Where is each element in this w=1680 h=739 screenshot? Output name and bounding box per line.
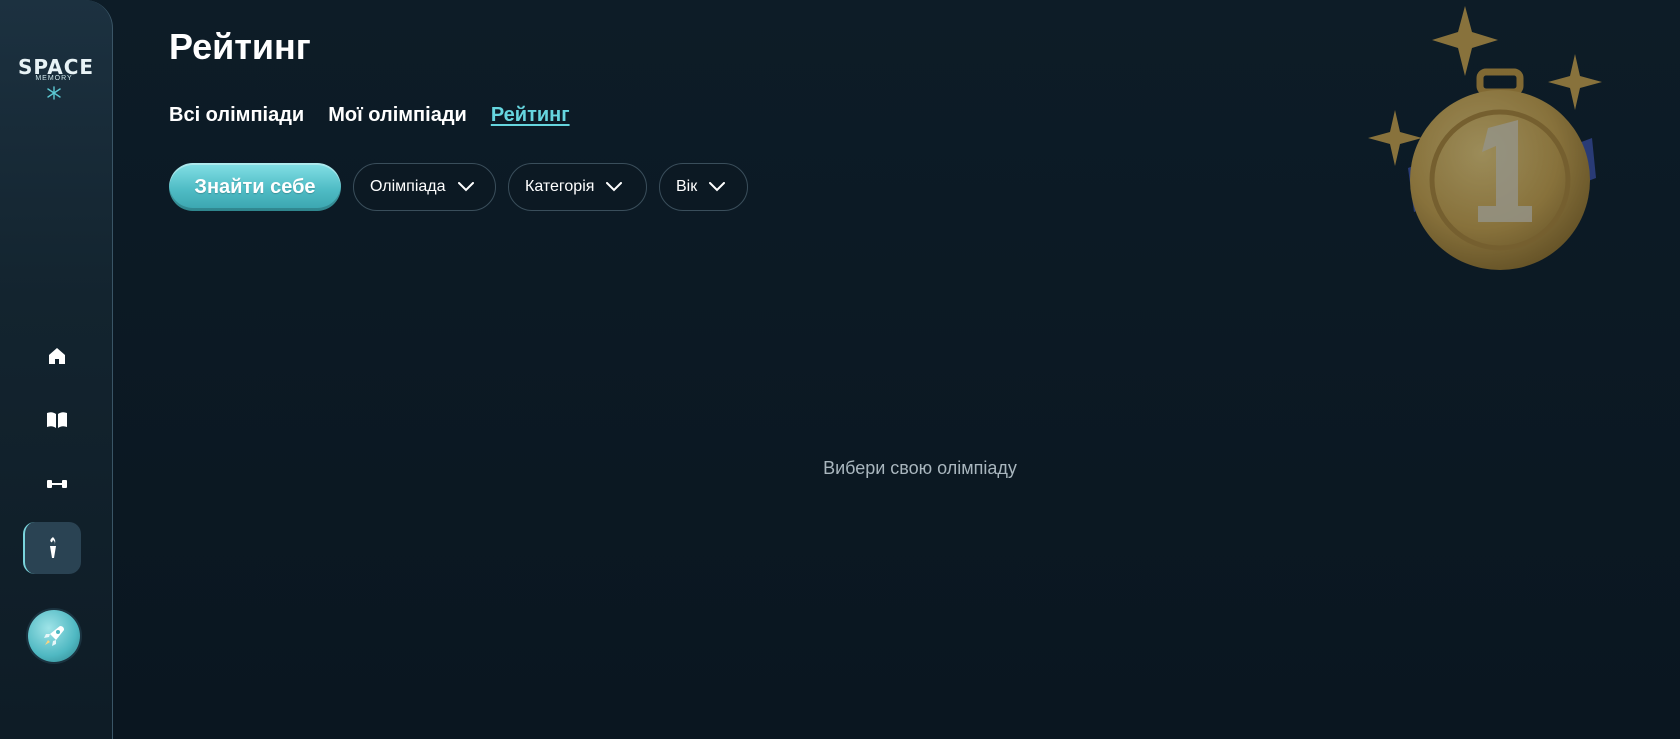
logo[interactable]: SPACE MEMORY xyxy=(18,56,93,104)
chevron-down-icon xyxy=(457,182,474,192)
tab-rating[interactable]: Рейтинг xyxy=(491,104,570,127)
home-icon xyxy=(48,348,65,364)
dumbbell-icon xyxy=(46,480,67,488)
page-title: Рейтинг xyxy=(169,26,311,67)
empty-state-message: Вибери свою олімпіаду xyxy=(823,458,1017,478)
age-dropdown[interactable]: Вік xyxy=(659,163,748,211)
filter-bar: Знайти себе Олімпіада Категорія Вік xyxy=(169,163,748,211)
snowflake-icon xyxy=(47,86,61,100)
sidebar-item-olympiad[interactable] xyxy=(23,522,81,574)
find-myself-button[interactable]: Знайти себе xyxy=(169,163,341,211)
book-button[interactable] xyxy=(39,402,75,438)
home-button[interactable] xyxy=(39,338,75,374)
category-dropdown[interactable]: Категорія xyxy=(508,163,647,211)
sidebar: SPACE MEMORY xyxy=(0,0,113,739)
torch-icon xyxy=(50,537,56,558)
chevron-down-icon xyxy=(606,182,623,192)
star-icon xyxy=(1432,6,1498,76)
star-icon xyxy=(1548,54,1602,110)
age-dropdown-label: Вік xyxy=(676,178,698,195)
avatar[interactable] xyxy=(28,610,80,662)
rocket-icon xyxy=(44,626,64,646)
medal-illustration xyxy=(1368,6,1602,270)
olympiad-dropdown[interactable]: Олімпіада xyxy=(353,163,496,211)
tab-my-olympiads[interactable]: Мої олімпіади xyxy=(328,104,467,127)
sidebar-item-training[interactable] xyxy=(0,466,113,502)
category-dropdown-label: Категорія xyxy=(525,178,595,195)
tab-bar: Всі олімпіади Мої олімпіади Рейтинг xyxy=(169,104,570,127)
training-button[interactable] xyxy=(39,466,75,502)
chevron-down-icon xyxy=(709,182,726,192)
book-icon xyxy=(46,412,67,428)
tab-all-olympiads[interactable]: Всі олімпіади xyxy=(169,104,304,127)
app-window: SPACE MEMORY Рейтинг Всі олімпіади Мої о… xyxy=(0,0,1680,739)
olympiad-dropdown-label: Олімпіада xyxy=(370,178,446,195)
sidebar-item-book[interactable] xyxy=(0,402,113,438)
sidebar-item-home[interactable] xyxy=(0,338,113,374)
